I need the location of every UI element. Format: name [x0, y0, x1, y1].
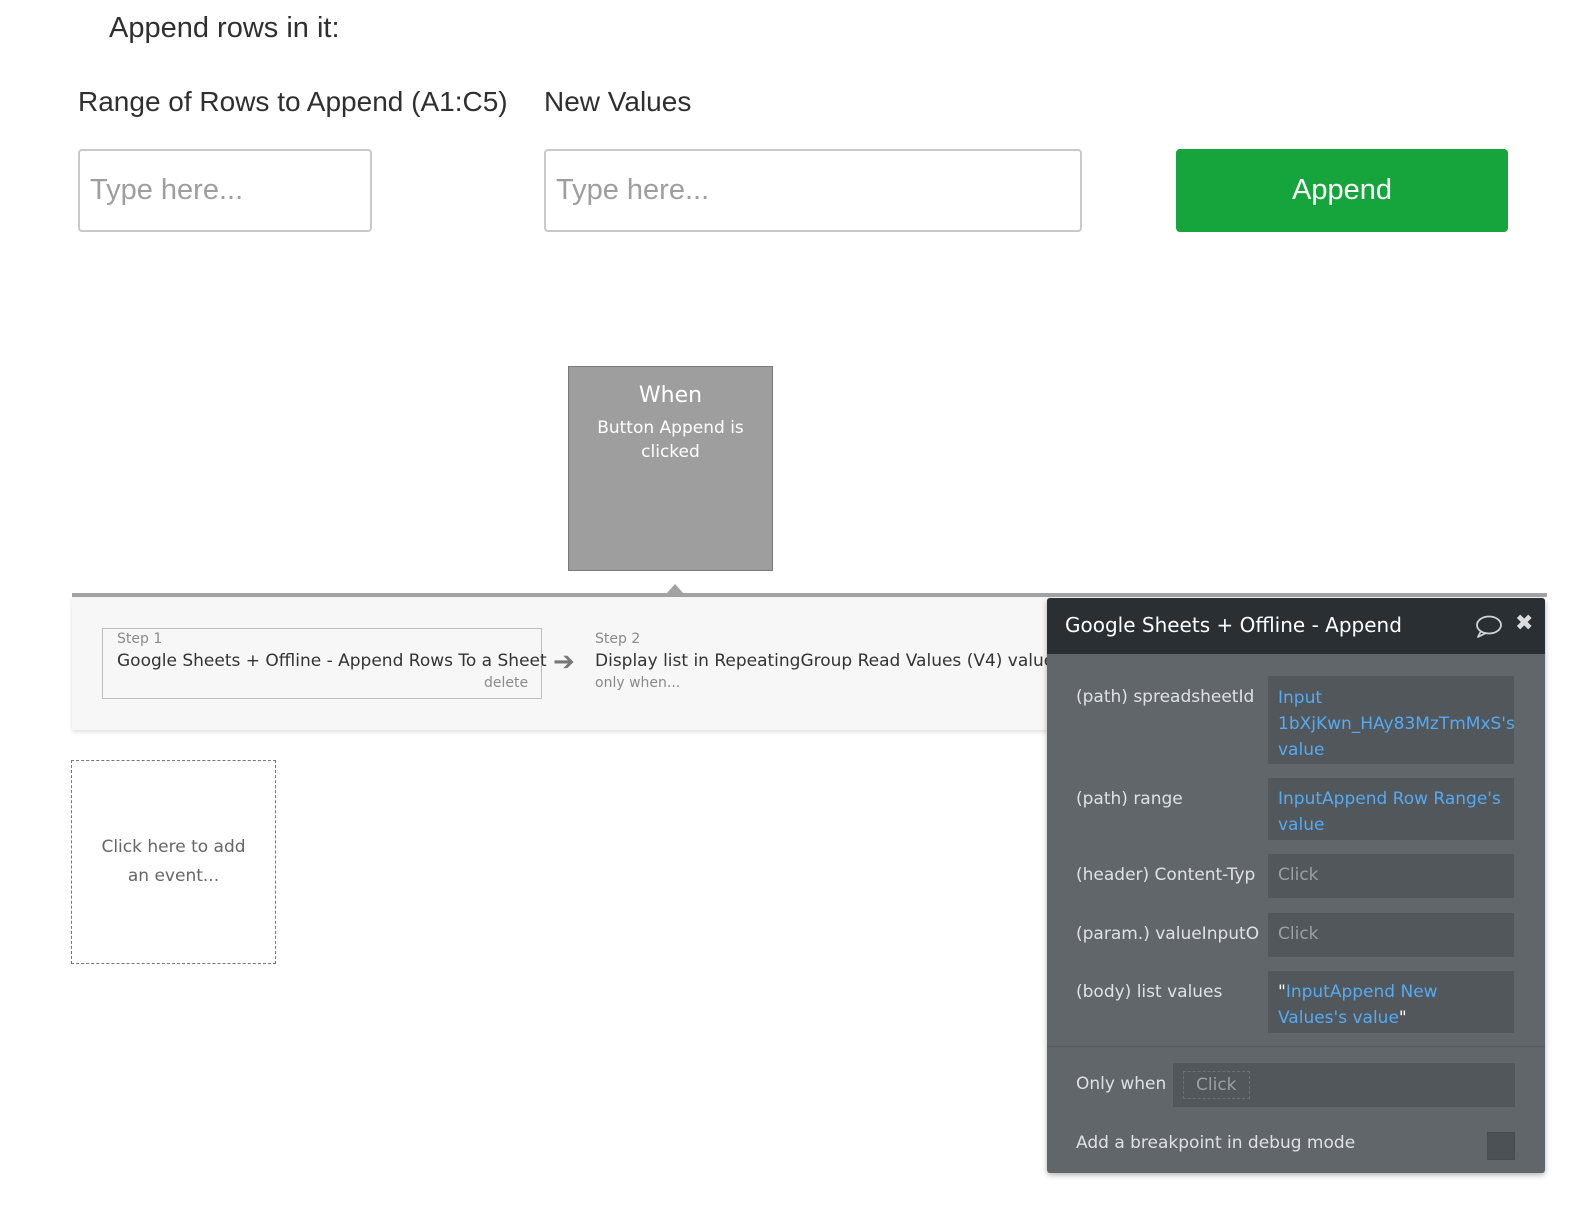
- field-value-range[interactable]: InputAppend Row Range's value: [1268, 778, 1514, 840]
- field-label-list-values: (body) list values: [1076, 982, 1223, 1002]
- quote-open: ": [1278, 982, 1286, 1002]
- only-when-field[interactable]: Click: [1173, 1063, 1515, 1107]
- field-label-spreadsheetid: (path) spreadsheetId: [1076, 687, 1255, 707]
- dynamic-expression[interactable]: InputAppend Row Range's value: [1278, 789, 1501, 835]
- event-title: When: [638, 383, 703, 408]
- range-label: Range of Rows to Append (A1:C5): [78, 86, 508, 117]
- new-values-input[interactable]: [544, 149, 1082, 232]
- field-value-value-input-option[interactable]: Click: [1268, 913, 1514, 957]
- action-property-editor: Google Sheets + Offline - Append ✖ (path…: [1047, 598, 1545, 1173]
- new-values-label: New Values: [544, 86, 692, 117]
- step-2-number: Step 2: [595, 631, 641, 647]
- breakpoint-checkbox[interactable]: [1487, 1132, 1515, 1160]
- field-value-spreadsheetid[interactable]: Input 1bXjKwn_HAy83MzTmMxS's value: [1268, 676, 1515, 764]
- dynamic-expression[interactable]: InputAppend New Values's value: [1278, 982, 1438, 1028]
- append-button[interactable]: Append: [1176, 149, 1508, 232]
- quote-close: ": [1398, 1008, 1407, 1028]
- event-card[interactable]: When Button Append is clicked: [568, 366, 773, 571]
- step-1-delete-link[interactable]: delete: [484, 675, 528, 691]
- breakpoint-label: Add a breakpoint in debug mode: [1076, 1133, 1356, 1153]
- only-when-label: Only when: [1076, 1074, 1167, 1094]
- field-value-list-values[interactable]: "InputAppend New Values's value": [1268, 971, 1514, 1033]
- step-1-number: Step 1: [117, 631, 163, 647]
- add-event-button[interactable]: Click here to add an event...: [71, 760, 276, 964]
- dynamic-expression[interactable]: Input 1bXjKwn_HAy83MzTmMxS's value: [1278, 688, 1515, 760]
- field-label-value-input-option: (param.) valueInputO: [1076, 924, 1260, 944]
- arrow-right-icon: ➔: [553, 647, 575, 677]
- comment-icon[interactable]: [1475, 615, 1503, 643]
- click-placeholder[interactable]: Click: [1278, 924, 1319, 944]
- step-2-title[interactable]: Display list in RepeatingGroup Read Valu…: [595, 651, 1054, 671]
- field-label-content-type: (header) Content-Typ: [1076, 865, 1256, 885]
- section-heading: Append rows in it:: [109, 12, 340, 44]
- event-description: Button Append is clicked: [597, 418, 744, 462]
- step-2-condition: only when...: [595, 675, 681, 691]
- click-placeholder[interactable]: Click: [1183, 1071, 1250, 1099]
- range-input[interactable]: [78, 149, 372, 232]
- step-1-title: Google Sheets + Offline - Append Rows To…: [117, 651, 547, 671]
- field-value-content-type[interactable]: Click: [1268, 854, 1514, 898]
- close-icon[interactable]: ✖: [1515, 611, 1533, 636]
- click-placeholder[interactable]: Click: [1278, 865, 1319, 885]
- field-label-range: (path) range: [1076, 789, 1183, 809]
- editor-title: Google Sheets + Offline - Append: [1065, 613, 1402, 637]
- editor-divider: [1047, 1046, 1545, 1047]
- event-pointer: [666, 584, 684, 594]
- add-event-label: Click here to add an event...: [101, 837, 246, 886]
